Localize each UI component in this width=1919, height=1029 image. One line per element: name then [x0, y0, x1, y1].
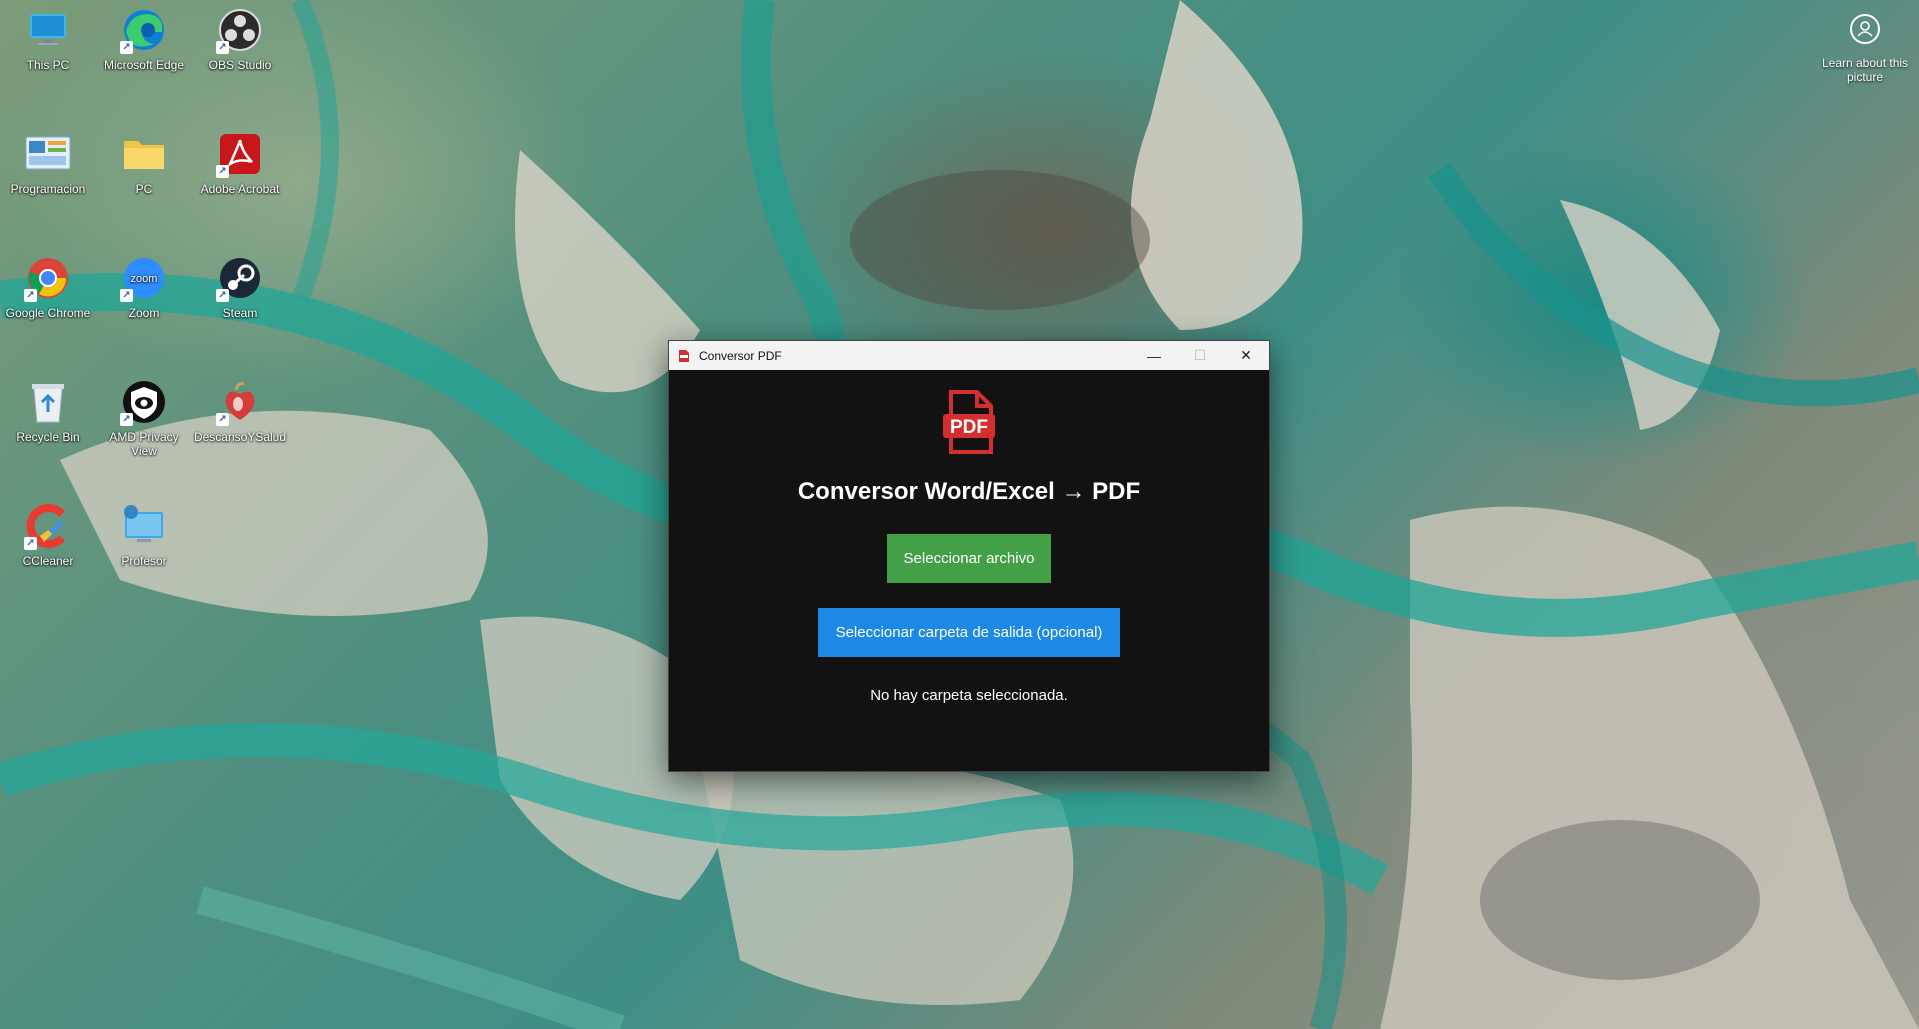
desktop-icon-label: DescansoYSalud — [193, 430, 287, 444]
desktop-icon-obs-studio[interactable]: ↗ OBS Studio — [192, 0, 288, 72]
amd-privacy-icon: ↗ — [120, 378, 168, 426]
desktop-icon-label: Zoom — [128, 306, 160, 320]
shortcut-arrow-icon: ↗ — [120, 413, 133, 426]
conversor-pdf-window: Conversor PDF — ☐ ✕ PDF Conversor Word/E… — [668, 340, 1270, 772]
ccleaner-icon: ↗ — [24, 502, 72, 550]
window-content: PDF Conversor Word/Excel → PDF Seleccion… — [669, 370, 1269, 771]
minimize-button[interactable]: — — [1131, 341, 1177, 370]
learn-about-picture-label: Learn about this picture — [1821, 56, 1909, 84]
desktop-icon-label: OBS Studio — [208, 58, 272, 72]
desktop-icon-label: AMD Privacy View — [109, 430, 179, 458]
desktop-icon-label: Google Chrome — [5, 306, 91, 320]
desktop-icon-zoom[interactable]: zoom ↗ Zoom — [96, 248, 192, 320]
recycle-bin-icon — [24, 378, 72, 426]
desktop-icon-label: CCleaner — [22, 554, 74, 568]
chrome-icon: ↗ — [24, 254, 72, 302]
learn-about-picture[interactable]: Learn about this picture — [1815, 8, 1915, 84]
desktop-icon-programacion[interactable]: Programacion — [0, 124, 96, 196]
desktop-icon-label: Recycle Bin — [16, 430, 80, 444]
page-title: Conversor Word/Excel → PDF — [797, 478, 1141, 505]
close-button[interactable]: ✕ — [1223, 341, 1269, 370]
zoom-icon-text: zoom — [131, 273, 158, 285]
desktop-icon-google-chrome[interactable]: ↗ Google Chrome — [0, 248, 96, 320]
desktop-icon-this-pc[interactable]: This PC — [0, 0, 96, 72]
desktop-icon-label: PC — [135, 182, 153, 196]
pdf-logo-icon: PDF — [943, 390, 995, 454]
desktop-icon-label: Steam — [222, 306, 258, 320]
desktop-icon-pc[interactable]: PC — [96, 124, 192, 196]
title-bar[interactable]: Conversor PDF — ☐ ✕ — [669, 341, 1269, 370]
select-output-folder-button[interactable]: Seleccionar carpeta de salida (opcional) — [818, 608, 1120, 657]
select-file-button[interactable]: Seleccionar archivo — [887, 534, 1051, 583]
shortcut-arrow-icon: ↗ — [24, 537, 37, 550]
desktop-icon-label: Profesor — [121, 554, 167, 568]
desktop-icon-label: This PC — [26, 58, 70, 72]
desktop-icon-steam[interactable]: ↗ Steam — [192, 248, 288, 320]
desktop-icon-label: Adobe Acrobat — [200, 182, 280, 196]
desktop-icon-recycle-bin[interactable]: Recycle Bin — [0, 372, 96, 444]
edge-icon: ↗ — [120, 6, 168, 54]
folder-status-text: No hay carpeta seleccionada. — [870, 687, 1068, 704]
desktop-icon-label: Microsoft Edge — [103, 58, 185, 72]
shortcut-arrow-icon: ↗ — [216, 289, 229, 302]
desktop-icon-microsoft-edge[interactable]: ↗ Microsoft Edge — [96, 0, 192, 72]
shortcut-arrow-icon: ↗ — [216, 165, 229, 178]
desktop-icon-descansoysalud[interactable]: ↗ DescansoYSalud — [192, 372, 288, 444]
monitor-icon — [24, 6, 72, 54]
maximize-button[interactable]: ☐ — [1177, 341, 1223, 370]
desktop-icon-ccleaner[interactable]: ↗ CCleaner — [0, 496, 96, 568]
app-pdf-icon — [679, 349, 689, 362]
programacion-icon — [24, 130, 72, 178]
shortcut-arrow-icon: ↗ — [216, 41, 229, 54]
camera-info-icon — [1850, 14, 1880, 44]
shortcut-arrow-icon: ↗ — [120, 41, 133, 54]
shortcut-arrow-icon: ↗ — [216, 413, 229, 426]
shortcut-arrow-icon: ↗ — [24, 289, 37, 302]
window-title: Conversor PDF — [699, 348, 782, 363]
profesor-icon — [120, 502, 168, 550]
descanso-icon: ↗ — [216, 378, 264, 426]
folder-icon — [120, 130, 168, 178]
steam-icon: ↗ — [216, 254, 264, 302]
shortcut-arrow-icon: ↗ — [120, 289, 133, 302]
pdf-logo-text: PDF — [950, 417, 988, 438]
desktop-icon-adobe-acrobat[interactable]: ↗ Adobe Acrobat — [192, 124, 288, 196]
desktop-icon-profesor[interactable]: Profesor — [96, 496, 192, 568]
zoom-icon: zoom ↗ — [120, 254, 168, 302]
obs-icon: ↗ — [216, 6, 264, 54]
desktop-icon-amd-privacy-view[interactable]: ↗ AMD Privacy View — [96, 372, 192, 458]
desktop-icon-label: Programacion — [10, 182, 86, 196]
acrobat-icon: ↗ — [216, 130, 264, 178]
